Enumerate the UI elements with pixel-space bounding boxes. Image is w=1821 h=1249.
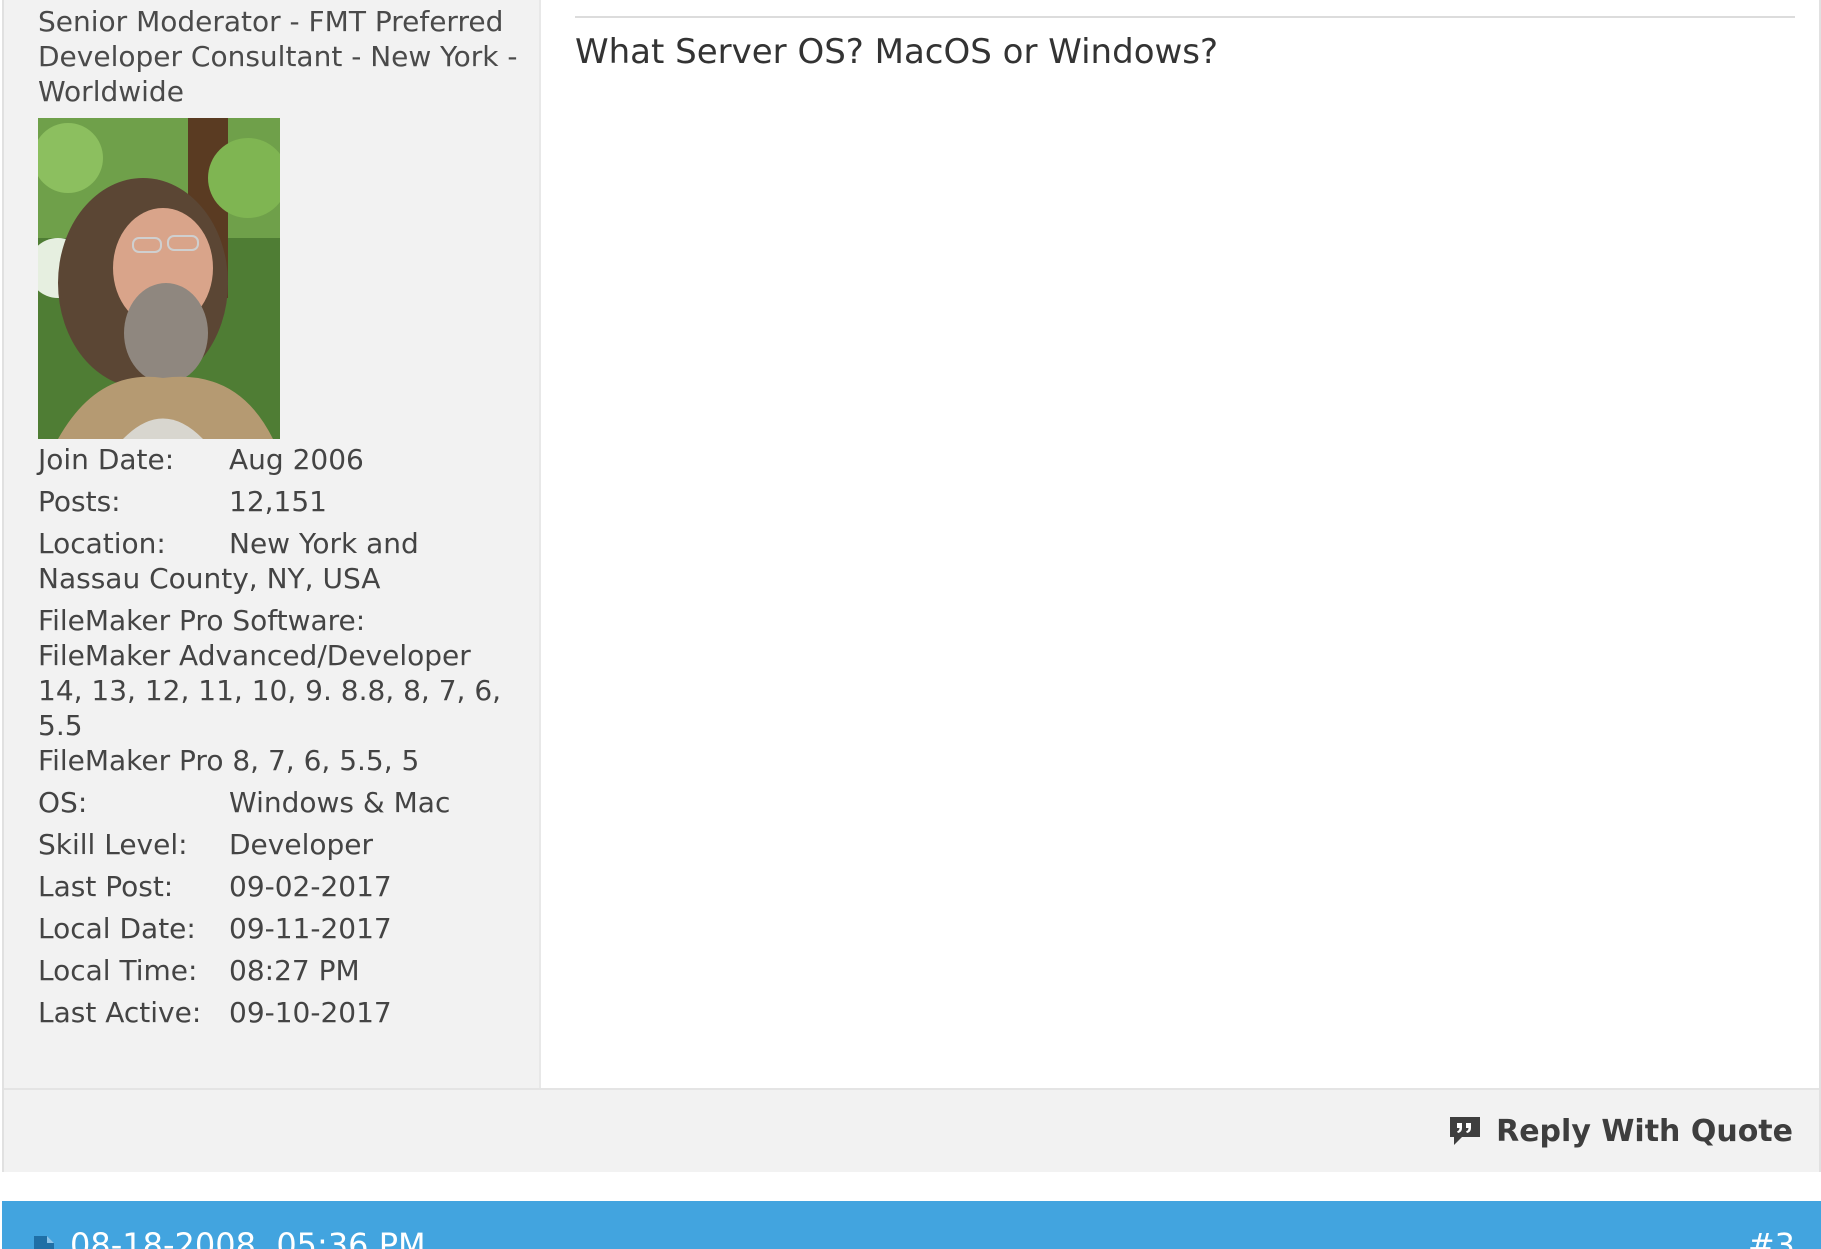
forum-thread-page: Senior Moderator - FMT Preferred Develop… <box>0 0 1821 1249</box>
stat-label: FileMaker Pro Software: <box>38 604 366 637</box>
stat-value: 12,151 <box>229 485 327 518</box>
post-footer: Reply With Quote <box>4 1088 1819 1172</box>
user-title: Senior Moderator - FMT Preferred Develop… <box>38 5 518 108</box>
post-message: What Server OS? MacOS or Windows? <box>575 32 1219 72</box>
stat-label: Local Time: <box>38 954 198 987</box>
avatar[interactable] <box>38 118 280 439</box>
stat-posts: Posts: 12,151 <box>38 484 518 519</box>
stat-label: OS: <box>38 786 88 819</box>
stat-value: 08:27 PM <box>229 954 360 987</box>
post-content: What Server OS? MacOS or Windows? <box>541 0 1819 1088</box>
stat-label: Last Active: <box>38 996 202 1029</box>
forum-post: Senior Moderator - FMT Preferred Develop… <box>2 0 1821 1172</box>
stat-label: Join Date: <box>38 443 175 476</box>
next-post-date: 08-18-2008, 05:36 PM <box>70 1226 426 1249</box>
stat-local-time: Local Time: 08:27 PM <box>38 953 518 988</box>
avatar-photo-image <box>38 118 280 439</box>
next-post-header: 08-18-2008, 05:36 PM #3 <box>2 1201 1821 1249</box>
stat-label: Location: <box>38 527 166 560</box>
reply-with-quote-label: Reply With Quote <box>1496 1113 1793 1149</box>
stat-os: OS: Windows & Mac <box>38 785 518 820</box>
stat-skill-level: Skill Level: Developer <box>38 827 518 862</box>
quote-bubble-icon <box>1450 1117 1481 1145</box>
user-stats: Join Date: Aug 2006 Posts: 12,151 Location… <box>38 442 518 1037</box>
reply-with-quote-button[interactable]: Reply With Quote <box>1448 1108 1793 1154</box>
stat-label: Last Post: <box>38 870 174 903</box>
stat-join-date: Join Date: Aug 2006 <box>38 442 518 477</box>
stat-label: Posts: <box>38 485 121 518</box>
stat-value: 09-10-2017 <box>229 996 392 1029</box>
stat-value: 09-11-2017 <box>229 912 392 945</box>
stat-value: Windows & Mac <box>229 786 451 819</box>
stat-software: FileMaker Pro Software: FileMaker Advanc… <box>38 603 518 778</box>
post-title-cutoff <box>881 0 1281 2</box>
stat-last-post: Last Post: 09-02-2017 <box>38 869 518 904</box>
stat-value: FileMaker Advanced/Developer <box>38 639 471 672</box>
stat-value: Developer <box>229 828 374 861</box>
stat-value: Nassau County, NY, USA <box>38 562 381 595</box>
stat-label: Skill Level: <box>38 828 188 861</box>
stat-value: Aug 2006 <box>229 443 364 476</box>
post-title-divider <box>575 16 1795 18</box>
post-userinfo-panel: Senior Moderator - FMT Preferred Develop… <box>4 0 541 1088</box>
stat-last-active: Last Active: 09-10-2017 <box>38 995 518 1030</box>
stat-label: Local Date: <box>38 912 196 945</box>
stat-local-date: Local Date: 09-11-2017 <box>38 911 518 946</box>
stat-value: 14, 13, 12, 11, 10, 9. 8.8, 8, 7, 6, 5.5 <box>38 674 502 742</box>
post-document-icon <box>34 1236 54 1249</box>
stat-value: New York and <box>229 527 419 560</box>
next-post-number-link[interactable]: #3 <box>1748 1225 1795 1249</box>
stat-value: 09-02-2017 <box>229 870 392 903</box>
stat-location: Location: New York and Nassau County, NY,… <box>38 526 518 596</box>
stat-value: FileMaker Pro 8, 7, 6, 5.5, 5 <box>38 744 420 777</box>
